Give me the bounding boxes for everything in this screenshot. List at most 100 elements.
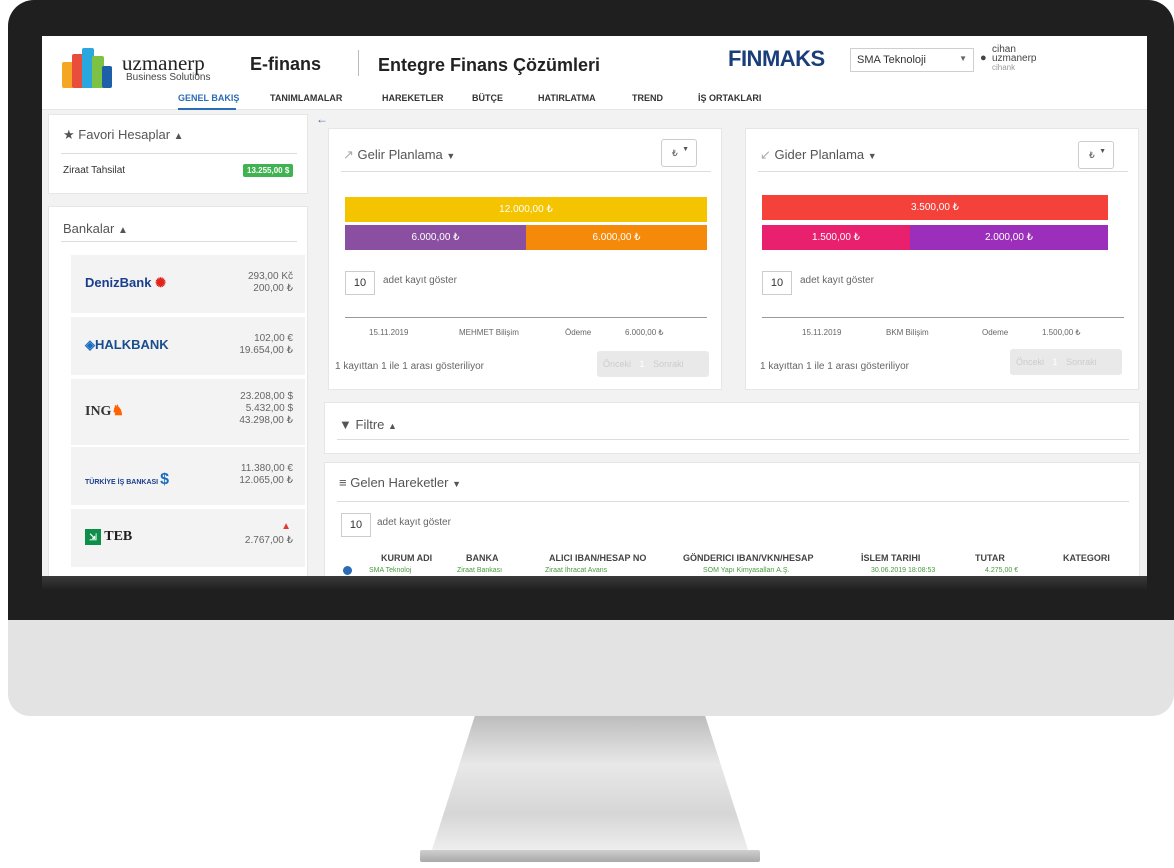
chevron-down-icon: ▼ bbox=[452, 479, 462, 489]
screen: uzmanerp Business Solutions E-finans Ent… bbox=[42, 36, 1147, 576]
bank-tile-ing[interactable]: ING♞ 23.208,00 $ 5.432,00 $ 43.298,00 ₺ bbox=[71, 379, 305, 445]
nav-hatirlatma[interactable]: HATIRLATMA bbox=[538, 93, 596, 103]
banks-header[interactable]: Bankalar ▲ bbox=[63, 221, 128, 236]
chevron-down-icon: ▼ bbox=[682, 146, 689, 153]
brand-subtitle: Business Solutions bbox=[126, 72, 211, 83]
expense-bar-segment-2: 2.000,00 ₺ bbox=[910, 225, 1108, 250]
page-size-label: adet kayıt göster bbox=[383, 275, 457, 286]
bank-balances: 11.380,00 € 12.065,00 ₺ bbox=[239, 463, 293, 486]
expense-currency-select[interactable]: ₺ ▼ bbox=[1078, 141, 1114, 169]
bank-balances: 23.208,00 $ 5.432,00 $ 43.298,00 ₺ bbox=[239, 391, 293, 426]
income-header[interactable]: ↗ Gelir Planlama ▼ bbox=[343, 147, 455, 163]
expense-page-size-input[interactable]: 10 bbox=[762, 271, 792, 295]
income-total-bar: 12.000,00 ₺ bbox=[345, 197, 707, 222]
expense-row-amount: 1.500,00 ₺ bbox=[1042, 328, 1081, 337]
divider bbox=[337, 501, 1129, 502]
pager-next[interactable]: Sonraki bbox=[653, 359, 684, 369]
bank-tile-denizbank[interactable]: DenizBank ✺ 293,00 Kč 200,00 ₺ bbox=[71, 255, 305, 313]
expense-planning-card: ↙ Gider Planlama ▼ ₺ ▼ 3.500,00 ₺ 1.500,0… bbox=[745, 128, 1139, 390]
user-icon[interactable]: ● bbox=[980, 52, 987, 64]
income-row-company: MEHMET Bilişim bbox=[459, 328, 519, 337]
isbankasi-logo: TÜRKİYE İŞ BANKASI $ bbox=[85, 471, 169, 488]
nav-genel-bakis[interactable]: GENEL BAKIŞ bbox=[178, 93, 239, 103]
income-row-amount: 6.000,00 ₺ bbox=[625, 328, 664, 337]
company-select[interactable]: SMA Teknoloji ▼ bbox=[850, 48, 974, 72]
expense-row-company: BKM Bilişim bbox=[886, 328, 929, 337]
monitor-stand bbox=[430, 716, 750, 856]
expand-row-icon[interactable] bbox=[343, 566, 352, 575]
nav-active-indicator bbox=[178, 108, 236, 110]
bank-balances: 2.767,00 ₺ bbox=[244, 535, 293, 546]
bank-balances: 293,00 Kč 200,00 ₺ bbox=[247, 271, 293, 294]
favorites-title: Favori Hesaplar bbox=[78, 127, 171, 142]
pager-prev[interactable]: Önceki bbox=[1010, 357, 1044, 367]
main-nav: GENEL BAKIŞ TANIMLAMALAR HAREKETLER BÜTÇ… bbox=[42, 90, 1147, 110]
expense-header[interactable]: ↙ Gider Planlama ▼ bbox=[760, 147, 877, 163]
favorites-header[interactable]: ★ Favori Hesaplar ▲ bbox=[63, 127, 184, 143]
table-header-line bbox=[762, 317, 1124, 318]
monitor-base bbox=[420, 850, 760, 862]
pager-prev[interactable]: Önceki bbox=[597, 359, 631, 369]
trend-diagonal-icon: ↙ bbox=[760, 147, 771, 162]
table-cell: SOM Yapı Kimyasalları A.Ş. bbox=[703, 567, 790, 574]
halkbank-emblem-icon: ◈ bbox=[85, 337, 95, 352]
nav-hareketler[interactable]: HAREKETLER bbox=[382, 93, 444, 103]
page-size-label: adet kayıt göster bbox=[800, 275, 874, 286]
table-cell: Ziraat Bankası bbox=[457, 567, 503, 574]
nav-butce[interactable]: BÜTÇE bbox=[472, 93, 503, 103]
incoming-page-size-input[interactable]: 10 bbox=[341, 513, 371, 537]
collapse-sidebar-arrow-icon[interactable]: ← bbox=[316, 112, 328, 126]
bank-tile-teb[interactable]: ⇲ TEB ▲ 2.767,00 ₺ bbox=[71, 509, 305, 567]
chevron-up-icon: ▲ bbox=[388, 421, 397, 431]
column-header[interactable]: BANKA bbox=[466, 553, 499, 563]
column-header[interactable]: İSLEM TARIHI bbox=[861, 553, 920, 563]
column-header[interactable]: ALICI IBAN/HESAP NO bbox=[549, 553, 646, 563]
income-planning-card: ↗ Gelir Planlama ▼ ₺ ▼ 12.000,00 ₺ 6.000,… bbox=[328, 128, 722, 390]
pager-page[interactable]: 1 bbox=[1047, 357, 1064, 367]
income-currency-select[interactable]: ₺ ▼ bbox=[661, 139, 697, 167]
warning-icon: ▲ bbox=[281, 521, 291, 532]
nav-trend[interactable]: TREND bbox=[632, 93, 663, 103]
filter-header[interactable]: ▼ Filtre ▲ bbox=[339, 417, 397, 432]
chevron-up-icon: ▲ bbox=[117, 225, 128, 236]
finmaks-logo: FINMAKS bbox=[728, 46, 825, 71]
favorite-account-name[interactable]: Ziraat Tahsilat bbox=[63, 165, 125, 176]
income-row-type: Ödeme bbox=[565, 328, 592, 337]
chevron-down-icon: ▼ bbox=[867, 151, 877, 161]
favorites-card: ★ Favori Hesaplar ▲ Ziraat Tahsilat 13.2… bbox=[48, 114, 308, 194]
column-header[interactable]: KURUM ADI bbox=[381, 553, 432, 563]
chevron-up-icon: ▲ bbox=[173, 131, 184, 142]
halkbank-logo: ◈HALKBANK bbox=[85, 337, 169, 352]
divider bbox=[61, 153, 297, 154]
filter-card: ▼ Filtre ▲ bbox=[324, 402, 1140, 454]
screen-bottom-edge bbox=[42, 576, 1147, 590]
incoming-header[interactable]: ≡ Gelen Hareketler ▼ bbox=[339, 475, 461, 490]
table-cell: 30.06.2019 18:08:53 bbox=[871, 567, 936, 574]
chevron-down-icon: ▼ bbox=[1099, 148, 1106, 155]
expense-pager: Önceki 1 Sonraki bbox=[1010, 349, 1122, 375]
nav-is-ortaklari[interactable]: İŞ ORTAKLARI bbox=[698, 93, 761, 103]
income-row-date: 15.11.2019 bbox=[369, 328, 409, 337]
bank-tile-isbankasi[interactable]: TÜRKİYE İŞ BANKASI $ 11.380,00 € 12.065,… bbox=[71, 447, 305, 505]
page-tagline: Entegre Finans Çözümleri bbox=[378, 55, 601, 75]
expense-bar-segment-1: 1.500,00 ₺ bbox=[762, 225, 910, 250]
column-header[interactable]: TUTAR bbox=[975, 553, 1005, 563]
header-divider bbox=[358, 50, 359, 76]
column-header[interactable]: KATEGORI bbox=[1063, 553, 1110, 563]
income-table-info: 1 kayıttan 1 ile 1 arası gösteriliyor bbox=[335, 361, 484, 372]
bank-balances: 102,00 € 19.654,00 ₺ bbox=[239, 333, 293, 356]
pager-page[interactable]: 1 bbox=[634, 359, 651, 369]
column-header[interactable]: GÖNDERICI IBAN/VKN/HESAP bbox=[683, 553, 814, 563]
table-cell: SMA Teknoloj bbox=[369, 567, 412, 574]
table-cell: 4.275,00 € bbox=[985, 567, 1019, 574]
star-icon: ★ bbox=[63, 127, 75, 142]
pager-next[interactable]: Sonraki bbox=[1066, 357, 1097, 367]
favorite-account-balance-badge: 13.255,00 $ bbox=[243, 164, 294, 177]
nav-tanimlamalar[interactable]: TANIMLAMALAR bbox=[270, 93, 342, 103]
page-size-label: adet kayıt göster bbox=[377, 517, 451, 528]
table-cell: Ziraat İhracat Avans bbox=[545, 567, 608, 574]
bank-tile-halkbank[interactable]: ◈HALKBANK 102,00 € 19.654,00 ₺ bbox=[71, 317, 305, 375]
income-page-size-input[interactable]: 10 bbox=[345, 271, 375, 295]
divider bbox=[758, 171, 1128, 172]
banks-card: Bankalar ▲ DenizBank ✺ 293,00 Kč 200,00 … bbox=[48, 206, 308, 576]
